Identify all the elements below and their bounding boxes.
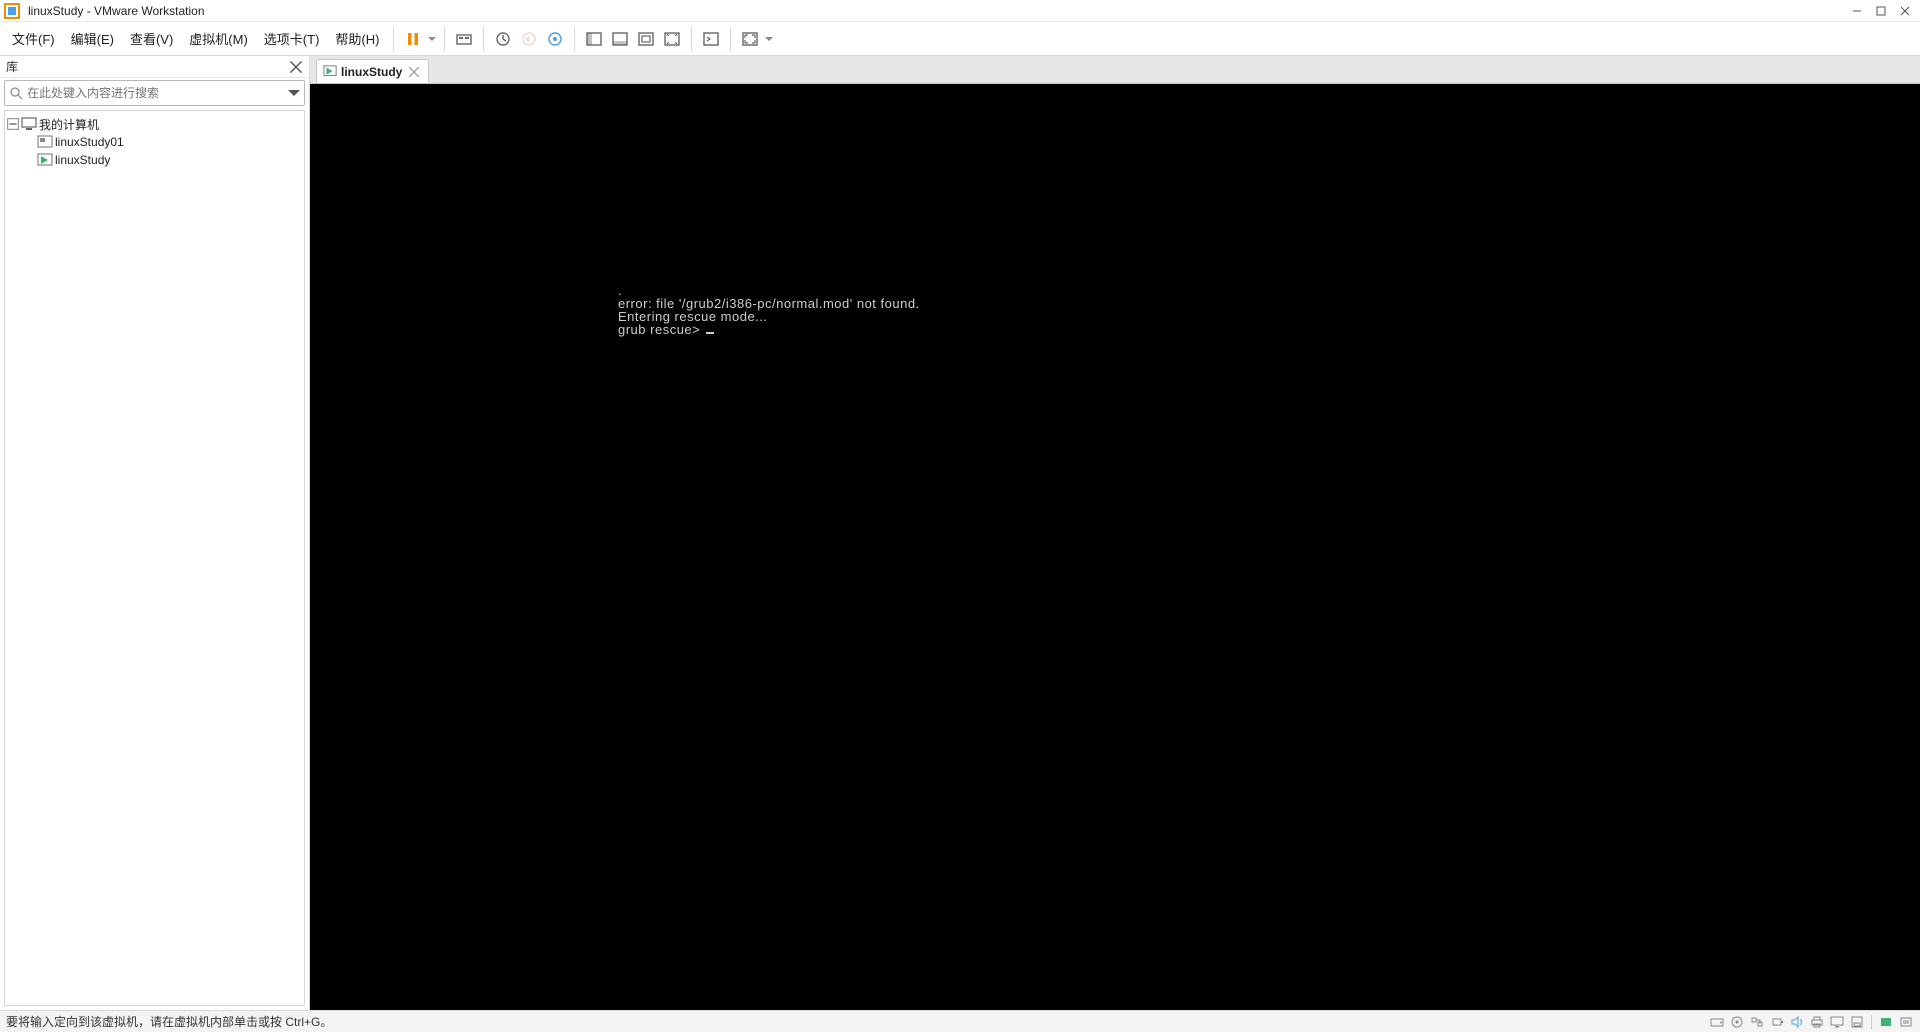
tab-label: linuxStudy xyxy=(341,65,402,79)
vm-console[interactable]: . error: file '/grub2/i386-pc/normal.mod… xyxy=(310,84,1920,1010)
library-close-button[interactable] xyxy=(289,60,303,74)
library-tree[interactable]: 我的计算机 linuxStudy01 linuxStudy xyxy=(4,110,305,1006)
library-header: 库 xyxy=(0,56,309,78)
toolbar-separator xyxy=(393,27,394,51)
minimize-button[interactable] xyxy=(1846,2,1868,20)
send-ctrl-alt-del-button[interactable] xyxy=(451,26,477,52)
library-search-input[interactable] xyxy=(27,86,288,100)
app-icon xyxy=(4,3,20,19)
snapshot-manager-button[interactable] xyxy=(542,26,568,52)
printer-icon[interactable] xyxy=(1809,1015,1825,1029)
main-area: linuxStudy . error: file '/grub2/i386-pc… xyxy=(310,56,1920,1010)
cursor xyxy=(706,332,714,334)
menu-vm[interactable]: 虚拟机(M) xyxy=(181,25,256,52)
status-icons xyxy=(1709,1015,1914,1029)
toolbar-separator xyxy=(483,27,484,51)
toolbar-separator xyxy=(574,27,575,51)
vm-on-icon xyxy=(37,153,53,167)
collapse-icon[interactable] xyxy=(7,118,19,130)
titlebar: linuxStudy - VMware Workstation xyxy=(0,0,1920,22)
floppy-icon[interactable] xyxy=(1849,1015,1865,1029)
cd-icon[interactable] xyxy=(1729,1015,1745,1029)
view-single-button[interactable] xyxy=(633,26,659,52)
library-title: 库 xyxy=(6,58,289,75)
view-sidebar-button[interactable] xyxy=(581,26,607,52)
search-icon xyxy=(9,86,23,100)
tree-item[interactable]: linuxStudy01 xyxy=(7,133,302,151)
console-view-button[interactable] xyxy=(698,26,724,52)
vm-off-icon xyxy=(37,135,53,149)
tab-close-button[interactable] xyxy=(408,66,420,78)
menubar: 文件(F) 编辑(E) 查看(V) 虚拟机(M) 选项卡(T) 帮助(H) xyxy=(0,22,1920,56)
search-dropdown-icon[interactable] xyxy=(288,87,300,99)
tree-item[interactable]: linuxStudy xyxy=(7,151,302,169)
computer-icon xyxy=(21,117,37,131)
power-dropdown[interactable] xyxy=(426,35,438,43)
display-icon[interactable] xyxy=(1829,1015,1845,1029)
disk-icon[interactable] xyxy=(1709,1015,1725,1029)
console-output: . error: file '/grub2/i386-pc/normal.mod… xyxy=(618,284,920,336)
toolbar-separator xyxy=(691,27,692,51)
tree-root-label: 我的计算机 xyxy=(39,116,99,133)
sound-icon[interactable] xyxy=(1789,1015,1805,1029)
menu-file[interactable]: 文件(F) xyxy=(4,25,63,52)
console-line: grub rescue> xyxy=(618,322,704,337)
menu-view[interactable]: 查看(V) xyxy=(122,25,181,52)
window-title: linuxStudy - VMware Workstation xyxy=(28,4,205,18)
menu-edit[interactable]: 编辑(E) xyxy=(63,25,122,52)
statusbar: 要将输入定向到该虚拟机，请在虚拟机内部单击或按 Ctrl+G。 xyxy=(0,1010,1920,1032)
menu-icon[interactable] xyxy=(1898,1015,1914,1029)
pause-button[interactable] xyxy=(400,26,426,52)
usb-icon[interactable] xyxy=(1769,1015,1785,1029)
vm-on-icon xyxy=(323,65,337,79)
fullscreen-dropdown[interactable] xyxy=(763,35,775,43)
tab-linuxstudy[interactable]: linuxStudy xyxy=(316,59,429,83)
fullscreen-button[interactable] xyxy=(737,26,763,52)
status-separator xyxy=(1871,1015,1872,1029)
tab-bar: linuxStudy xyxy=(310,56,1920,84)
tree-item-label: linuxStudy01 xyxy=(55,135,124,149)
snapshot-button[interactable] xyxy=(490,26,516,52)
menu-help[interactable]: 帮助(H) xyxy=(327,25,387,52)
toolbar-separator xyxy=(730,27,731,51)
library-search[interactable] xyxy=(4,80,305,106)
close-button[interactable] xyxy=(1894,2,1916,20)
network-icon[interactable] xyxy=(1749,1015,1765,1029)
tree-item-label: linuxStudy xyxy=(55,153,110,167)
view-expand-button[interactable] xyxy=(659,26,685,52)
revert-snapshot-button[interactable] xyxy=(516,26,542,52)
tree-root[interactable]: 我的计算机 xyxy=(7,115,302,133)
vm-status-icon[interactable] xyxy=(1878,1015,1894,1029)
view-bottom-button[interactable] xyxy=(607,26,633,52)
maximize-button[interactable] xyxy=(1870,2,1892,20)
library-panel: 库 我的计算机 linuxStudy01 linuxStudy xyxy=(0,56,310,1010)
menu-tabs[interactable]: 选项卡(T) xyxy=(256,25,328,52)
status-message: 要将输入定向到该虚拟机，请在虚拟机内部单击或按 Ctrl+G。 xyxy=(6,1013,1709,1030)
toolbar-separator xyxy=(444,27,445,51)
